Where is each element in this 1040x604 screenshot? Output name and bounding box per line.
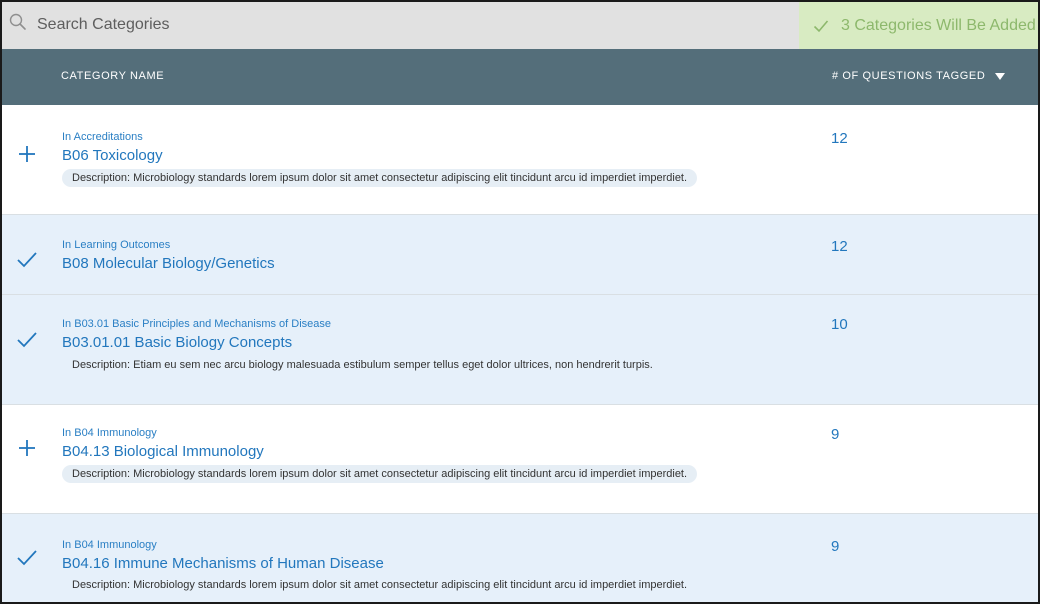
category-picker: 3 Categories Will Be Added CATEGORY NAME… xyxy=(0,0,1040,604)
search-icon xyxy=(9,13,26,30)
row-title[interactable]: B03.01.01 Basic Biology Concepts xyxy=(62,334,292,351)
row-question-count: 12 xyxy=(831,130,848,147)
plus-icon[interactable] xyxy=(16,143,38,165)
table-row: In B03.01 Basic Principles and Mechanism… xyxy=(2,295,1038,405)
column-header-questions-tagged[interactable]: # OF QUESTIONS TAGGED xyxy=(832,70,1006,82)
table-header: CATEGORY NAME # OF QUESTIONS TAGGED xyxy=(2,49,1038,105)
table-row: In Accreditations B06 Toxicology Descrip… xyxy=(2,105,1038,215)
row-question-count: 10 xyxy=(831,316,848,333)
row-question-count: 12 xyxy=(831,238,848,255)
row-description: Description: Etiam eu sem nec arcu biolo… xyxy=(72,359,653,371)
row-question-count: 9 xyxy=(831,538,840,555)
row-title[interactable]: B04.16 Immune Mechanisms of Human Diseas… xyxy=(62,555,384,572)
row-title[interactable]: B08 Molecular Biology/Genetics xyxy=(62,255,275,272)
plus-icon[interactable] xyxy=(16,437,38,459)
column-header-category-name[interactable]: CATEGORY NAME xyxy=(61,70,164,82)
check-icon[interactable] xyxy=(16,329,38,351)
row-parent-label: In B04 Immunology xyxy=(62,427,157,439)
row-question-count: 9 xyxy=(831,426,840,443)
search-input[interactable] xyxy=(32,8,792,42)
row-title[interactable]: B06 Toxicology xyxy=(62,147,163,164)
caret-down-icon xyxy=(995,72,1006,80)
row-description: Description: Microbiology standards lore… xyxy=(72,579,688,591)
row-parent-label: In Learning Outcomes xyxy=(62,239,171,251)
table-row: In Learning Outcomes B08 Molecular Biolo… xyxy=(2,215,1038,295)
column-header-questions-tagged-label: # OF QUESTIONS TAGGED xyxy=(832,70,986,82)
row-title[interactable]: B04.13 Biological Immunology xyxy=(62,443,264,460)
row-description: Description: Microbiology standards lore… xyxy=(62,465,698,483)
categories-added-banner: 3 Categories Will Be Added xyxy=(799,2,1038,49)
check-icon[interactable] xyxy=(16,547,38,569)
check-icon xyxy=(813,19,829,32)
categories-added-text: 3 Categories Will Be Added xyxy=(841,16,1036,34)
search-bar: 3 Categories Will Be Added xyxy=(2,2,1038,49)
row-parent-label: In B04 Immunology xyxy=(62,539,157,551)
row-parent-label: In B03.01 Basic Principles and Mechanism… xyxy=(62,318,332,330)
row-description: Description: Microbiology standards lore… xyxy=(62,169,698,187)
table-row: In B04 Immunology B04.13 Biological Immu… xyxy=(2,405,1038,514)
check-icon[interactable] xyxy=(16,249,38,271)
category-list: In Accreditations B06 Toxicology Descrip… xyxy=(2,105,1038,602)
table-row: In B04 Immunology B04.16 Immune Mechanis… xyxy=(2,514,1038,602)
row-parent-label: In Accreditations xyxy=(62,131,143,143)
